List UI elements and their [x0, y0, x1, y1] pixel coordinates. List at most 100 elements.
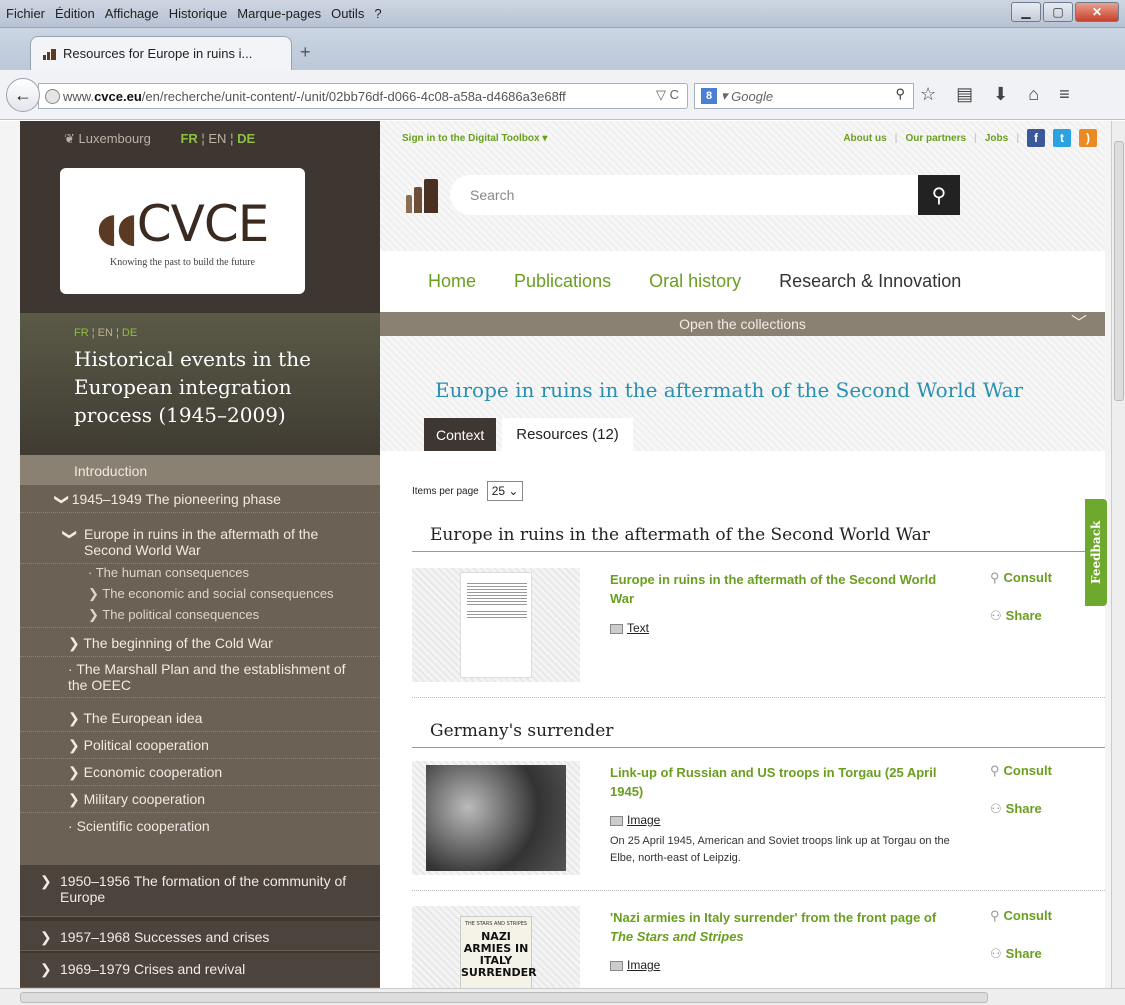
- cvce-logo[interactable]: ◖◖CVCE Knowing the past to build the fut…: [60, 168, 305, 294]
- sidebar-period-1950-1956[interactable]: ❯ 1950–1956 The formation of the communit…: [20, 865, 380, 917]
- reload-icon[interactable]: ▽ C: [656, 87, 679, 103]
- search-button[interactable]: ⚲: [918, 175, 960, 215]
- section-lang-en[interactable]: EN: [98, 327, 113, 339]
- menu-fichier[interactable]: Fichier: [6, 6, 45, 21]
- tab-context[interactable]: Context: [424, 418, 497, 451]
- resource-item: Europe in ruins in the aftermath of the …: [412, 568, 1105, 698]
- location-label: Luxembourg: [78, 131, 151, 146]
- sidebar-item-europe-in-ruins[interactable]: ❯ Europe in ruins in the aftermath of the…: [20, 526, 380, 564]
- home-icon[interactable]: ⌂: [1028, 84, 1039, 105]
- menu-affichage[interactable]: Affichage: [105, 6, 159, 21]
- our-partners-link[interactable]: Our partners: [905, 133, 966, 144]
- url-bar[interactable]: www. cvce.eu/en/recherche/unit-content/-/…: [38, 83, 688, 109]
- minimize-button[interactable]: ▁: [1011, 2, 1041, 22]
- sidebar-item-political-cooperation[interactable]: ❯ Political cooperation: [20, 737, 380, 759]
- consult-button[interactable]: ⚲ Consult: [990, 763, 1052, 779]
- sidebar-item-military-cooperation[interactable]: ❯ Military cooperation: [20, 791, 380, 813]
- url-path: /en/recherche/unit-content/-/unit/02bb76…: [141, 88, 566, 104]
- menu-marque-pages[interactable]: Marque-pages: [237, 6, 321, 21]
- downloads-icon[interactable]: ⬇: [993, 84, 1008, 105]
- sidebar-item-human-consequences[interactable]: · The human consequences: [20, 565, 380, 584]
- resource-title-link[interactable]: Link-up of Russian and US troops in Torg…: [610, 763, 960, 801]
- facebook-icon[interactable]: f: [1027, 129, 1045, 147]
- chevron-right-icon: ❯: [68, 791, 80, 807]
- section-lang-de[interactable]: DE: [122, 327, 137, 339]
- resource-thumbnail[interactable]: THE STARS AND STRIPES NAZI ARMIES IN ITA…: [412, 906, 580, 988]
- resource-title-link[interactable]: Europe in ruins in the aftermath of the …: [610, 570, 960, 608]
- resource-thumbnail[interactable]: [412, 568, 580, 682]
- search-input[interactable]: Search: [450, 175, 918, 215]
- about-us-link[interactable]: About us: [843, 133, 886, 144]
- bullet-icon: ·: [68, 818, 73, 834]
- sidebar-item-european-idea[interactable]: ❯ The European idea: [20, 710, 380, 732]
- search-engine-box[interactable]: 8 ▾ Google ⚲: [694, 83, 914, 109]
- tab-strip: Resources for Europe in ruins i... +: [0, 28, 1125, 70]
- horizontal-scroll-thumb[interactable]: [20, 992, 988, 1003]
- items-per-page-select[interactable]: 25 ⌄: [486, 481, 524, 501]
- resource-type-link[interactable]: Image: [610, 958, 660, 972]
- back-button[interactable]: ←: [6, 78, 40, 112]
- google-icon: 8: [701, 88, 717, 104]
- sidebar-period-1969-1979[interactable]: ❯ 1969–1979 Crises and revival: [20, 953, 380, 988]
- sidebar-item-cold-war[interactable]: ❯ The beginning of the Cold War: [20, 635, 380, 657]
- resource-thumbnail[interactable]: [412, 761, 580, 875]
- bookmark-star-icon[interactable]: ☆: [920, 84, 936, 105]
- bookmarks-list-icon[interactable]: ▤: [956, 84, 973, 105]
- menu-edition[interactable]: Édition: [55, 6, 95, 21]
- lang-de[interactable]: DE: [237, 131, 255, 146]
- chevron-right-icon: ❯: [88, 586, 99, 601]
- sidebar-item-economic-cooperation[interactable]: ❯ Economic cooperation: [20, 764, 380, 786]
- rss-icon[interactable]: ): [1079, 129, 1097, 147]
- main-navigation: Home Publications Oral history Research …: [380, 251, 1105, 311]
- sidebar-item-economic-social[interactable]: ❯ The economic and social consequences: [20, 586, 380, 606]
- lang-fr[interactable]: FR: [180, 131, 197, 146]
- maximize-button[interactable]: ▢: [1043, 2, 1073, 22]
- close-window-button[interactable]: ✕: [1075, 2, 1119, 22]
- resource-item: Link-up of Russian and US troops in Torg…: [412, 761, 1105, 891]
- feedback-tab[interactable]: Feedback: [1085, 499, 1107, 606]
- menu-help[interactable]: ?: [374, 6, 381, 21]
- lang-en[interactable]: EN: [208, 131, 226, 146]
- vertical-scroll-thumb[interactable]: [1114, 141, 1124, 401]
- share-button[interactable]: ⚇ Share: [990, 801, 1042, 817]
- nav-publications[interactable]: Publications: [514, 271, 611, 292]
- resource-type-link[interactable]: Text: [610, 621, 649, 635]
- sidebar-item-political-consequences[interactable]: ❯ The political consequences: [20, 607, 380, 628]
- nav-oral-history[interactable]: Oral history: [649, 271, 741, 292]
- open-collections-bar[interactable]: Open the collections ﹀: [380, 312, 1105, 336]
- consult-button[interactable]: ⚲ Consult: [990, 908, 1052, 924]
- sidebar-period-1957-1968[interactable]: ❯ 1957–1968 Successes and crises: [20, 921, 380, 951]
- sidebar-item-1945-1949[interactable]: ❯1945–1949 The pioneering phase: [20, 491, 380, 513]
- browser-window: Fichier Édition Affichage Historique Mar…: [0, 0, 1125, 1005]
- share-icon: ⚇: [990, 801, 1002, 816]
- vertical-scrollbar[interactable]: [1111, 121, 1125, 988]
- menu-bar: Fichier Édition Affichage Historique Mar…: [0, 0, 1125, 28]
- nav-research-innovation[interactable]: Research & Innovation: [779, 271, 961, 292]
- jobs-link[interactable]: Jobs: [985, 133, 1008, 144]
- sidebar-item-introduction[interactable]: Introduction: [20, 455, 380, 485]
- chevron-right-icon: ❯: [88, 607, 99, 622]
- share-button[interactable]: ⚇ Share: [990, 946, 1042, 962]
- share-button[interactable]: ⚇ Share: [990, 608, 1042, 624]
- resource-type-link[interactable]: Image: [610, 813, 660, 827]
- chevron-right-icon: ❯: [40, 929, 52, 945]
- new-tab-button[interactable]: +: [300, 42, 311, 63]
- hamburger-menu-icon[interactable]: ≡: [1059, 84, 1070, 105]
- chevron-right-icon: ❯: [68, 710, 80, 726]
- menu-historique[interactable]: Historique: [169, 6, 228, 21]
- browser-tab[interactable]: Resources for Europe in ruins i...: [30, 36, 292, 70]
- resource-title-link[interactable]: 'Nazi armies in Italy surrender' from th…: [610, 908, 960, 946]
- tab-resources[interactable]: Resources (12): [502, 418, 633, 451]
- sidebar-item-marshall-plan[interactable]: · The Marshall Plan and the establishmen…: [20, 661, 380, 698]
- chevron-down-icon: ❯: [54, 493, 71, 506]
- horizontal-scrollbar[interactable]: [0, 988, 1125, 1005]
- signin-link[interactable]: Sign in to the Digital Toolbox ▾: [402, 133, 547, 144]
- menu-outils[interactable]: Outils: [331, 6, 364, 21]
- cvce-favicon-icon: [43, 48, 57, 60]
- nav-home[interactable]: Home: [428, 271, 476, 292]
- consult-button[interactable]: ⚲ Consult: [990, 570, 1052, 586]
- section-lang-fr[interactable]: FR: [74, 327, 89, 339]
- search-icon[interactable]: ⚲: [895, 86, 905, 102]
- twitter-icon[interactable]: t: [1053, 129, 1071, 147]
- sidebar-item-scientific-cooperation[interactable]: · Scientific cooperation: [20, 818, 380, 838]
